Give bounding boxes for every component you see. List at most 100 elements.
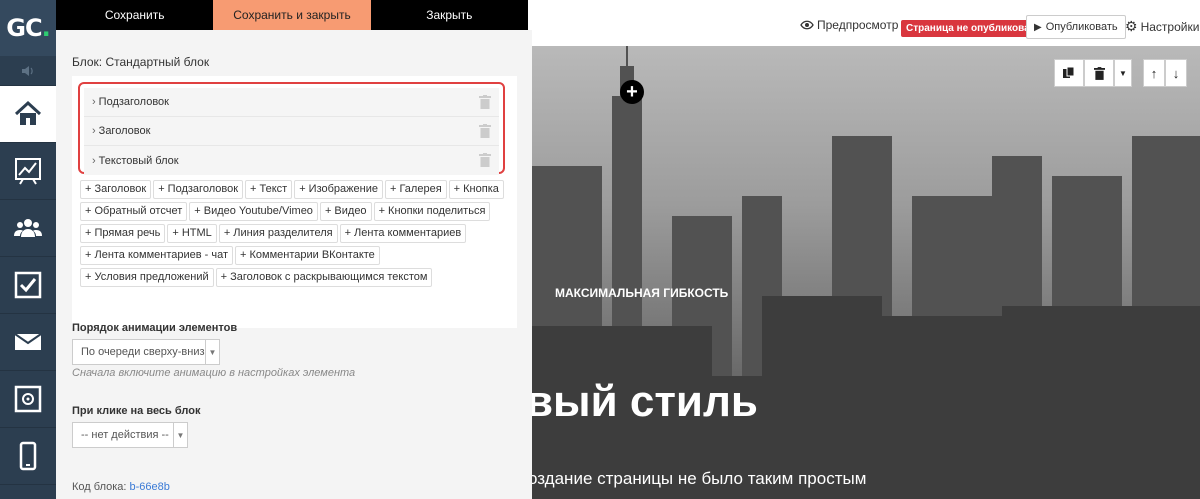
- more-actions-dropdown[interactable]: ▼: [1114, 59, 1132, 87]
- chevron-right-icon: ›: [92, 96, 96, 108]
- home-icon: [14, 100, 42, 125]
- block-elements-card: › Подзаголовок › Заголовок › Текстовый б…: [72, 76, 517, 328]
- chevron-right-icon: ›: [92, 154, 96, 167]
- add-element-button[interactable]: + Прямая речь: [80, 224, 166, 243]
- hero-heading[interactable]: вый стиль: [532, 377, 758, 427]
- status-badge: Страница не опубликована: [901, 20, 1047, 37]
- page-preview: Предпросмотр Страница не опубликована ▶ …: [532, 0, 1200, 499]
- add-element-button[interactable]: + Подзаголовок: [153, 180, 244, 199]
- add-element-button[interactable]: + Условия предложений: [80, 268, 214, 287]
- close-button[interactable]: Закрыть: [370, 0, 528, 30]
- block-title: Блок: Стандартный блок: [72, 55, 210, 69]
- chevron-right-icon: ›: [92, 125, 96, 137]
- block-actions-toolbar: ▼: [1054, 59, 1132, 87]
- add-element-buttons: + Заголовок + Подзаголовок + Текст + Изобра…: [80, 180, 510, 290]
- settings-label: Настройки: [1140, 19, 1200, 34]
- add-element-button[interactable]: + Галерея: [384, 180, 447, 199]
- chart-board-icon: [15, 158, 41, 185]
- element-item-text-block[interactable]: › Текстовый блок: [84, 146, 499, 175]
- nav-mobile[interactable]: [0, 428, 56, 485]
- mail-icon: [14, 333, 42, 350]
- move-down-button[interactable]: ↓: [1165, 59, 1187, 87]
- nav-tasks[interactable]: [0, 257, 56, 314]
- trash-icon[interactable]: [479, 124, 491, 138]
- eye-icon: [800, 20, 814, 30]
- nav-safe[interactable]: [0, 371, 56, 428]
- copy-icon: [1063, 67, 1075, 78]
- trash-icon[interactable]: [479, 153, 491, 167]
- settings-link[interactable]: ⚙ Настройки: [1125, 18, 1199, 35]
- add-element-button[interactable]: + Обратный отсчет: [80, 202, 188, 221]
- move-up-button[interactable]: ↑: [1143, 59, 1165, 87]
- block-click-value: -- нет действия --: [81, 429, 169, 441]
- add-element-button[interactable]: + Видео: [319, 202, 372, 221]
- block-editor-panel: Блок: Стандартный блок › Подзаголовок › …: [56, 30, 532, 499]
- editor-toolbar: Сохранить Сохранить и закрыть Закрыть: [56, 0, 528, 30]
- chevron-down-icon: ▼: [173, 423, 187, 447]
- hero-subtitle[interactable]: МАКСИМАЛЬНАЯ ГИБКОСТЬ: [555, 286, 728, 300]
- add-element-button[interactable]: + Видео Youtube/Vimeo: [189, 202, 318, 221]
- block-click-select[interactable]: -- нет действия -- ▼: [72, 422, 188, 448]
- add-element-button[interactable]: + HTML: [167, 224, 217, 243]
- arrow-up-icon: ↑: [1150, 65, 1158, 81]
- add-element-button[interactable]: + Заголовок с раскрывающимся текстом: [215, 268, 433, 287]
- publish-button[interactable]: ▶ Опубликовать: [1026, 15, 1126, 39]
- add-element-button[interactable]: + Кнопки поделиться: [373, 202, 491, 221]
- save-and-close-button[interactable]: Сохранить и закрыть: [213, 0, 371, 30]
- add-element-button[interactable]: + Кнопка: [448, 180, 504, 199]
- element-label: Подзаголовок: [98, 96, 169, 108]
- copy-block-button[interactable]: [1054, 59, 1084, 87]
- arrow-down-icon: ↓: [1172, 65, 1180, 81]
- animation-hint: Сначала включите анимацию в настройках э…: [72, 367, 356, 379]
- app-logo[interactable]: GC.: [0, 0, 56, 56]
- add-element-button[interactable]: + Изображение: [294, 180, 383, 199]
- chevron-down-icon: ▼: [205, 340, 219, 364]
- animation-order-value: По очереди сверху-вниз: [81, 346, 205, 358]
- add-element-button[interactable]: + Текст: [245, 180, 293, 199]
- trash-icon[interactable]: [479, 95, 491, 109]
- nav-home[interactable]: [0, 86, 56, 143]
- block-code: Код блока: b-66e8b: [72, 481, 170, 493]
- preview-header: Предпросмотр Страница не опубликована ▶ …: [532, 0, 1200, 46]
- main-sidebar: GC.: [0, 0, 56, 499]
- preview-link[interactable]: Предпросмотр: [800, 18, 898, 32]
- sidebar-collapse-toggle[interactable]: [0, 56, 56, 86]
- logo-text: GC: [6, 14, 42, 42]
- logo-dot: .: [41, 14, 51, 42]
- speaker-icon: [22, 65, 33, 76]
- add-element-button[interactable]: + Комментарии ВКонтакте: [235, 246, 380, 265]
- block-code-label: Код блока:: [72, 481, 127, 493]
- element-item-heading[interactable]: › Заголовок: [84, 117, 499, 146]
- nav-users[interactable]: [0, 200, 56, 257]
- nav-mail[interactable]: [0, 314, 56, 371]
- block-move-toolbar: ↑ ↓: [1143, 59, 1187, 87]
- gear-icon: ⚙: [1125, 18, 1138, 34]
- add-element-button[interactable]: + Заголовок: [80, 180, 152, 199]
- animation-order-select[interactable]: По очереди сверху-вниз ▼: [72, 339, 220, 365]
- block-code-value[interactable]: b-66e8b: [130, 481, 170, 493]
- block-click-label: При клике на весь блок: [72, 405, 201, 417]
- hero-block[interactable]: + МАКСИМАЛЬНАЯ ГИБКОСТЬ вый стиль оздани…: [532, 46, 1200, 499]
- element-list: › Подзаголовок › Заголовок › Текстовый б…: [78, 82, 505, 175]
- add-element-button[interactable]: + Лента комментариев: [339, 224, 467, 243]
- phone-icon: [19, 441, 37, 471]
- publish-label: Опубликовать: [1045, 21, 1118, 33]
- trash-icon: [1093, 66, 1105, 80]
- delete-block-button[interactable]: [1084, 59, 1114, 87]
- nav-statistics[interactable]: [0, 143, 56, 200]
- city-skyline-image: [532, 46, 1200, 499]
- element-label: Текстовый блок: [98, 154, 179, 167]
- preview-label: Предпросмотр: [817, 18, 899, 32]
- add-block-button[interactable]: +: [620, 80, 644, 104]
- users-icon: [14, 219, 42, 237]
- animation-order-label: Порядок анимации элементов: [72, 322, 238, 334]
- caret-down-icon: ▼: [1119, 68, 1127, 78]
- add-element-button[interactable]: + Лента комментариев - чат: [80, 246, 234, 265]
- save-button[interactable]: Сохранить: [56, 0, 214, 30]
- checkbox-icon: [14, 271, 42, 299]
- element-label: Заголовок: [98, 125, 151, 137]
- hero-text[interactable]: оздание страницы не было таким простым: [532, 469, 866, 489]
- element-item-subtitle[interactable]: › Подзаголовок: [84, 88, 499, 117]
- play-icon: ▶: [1034, 21, 1042, 33]
- add-element-button[interactable]: + Линия разделителя: [218, 224, 338, 243]
